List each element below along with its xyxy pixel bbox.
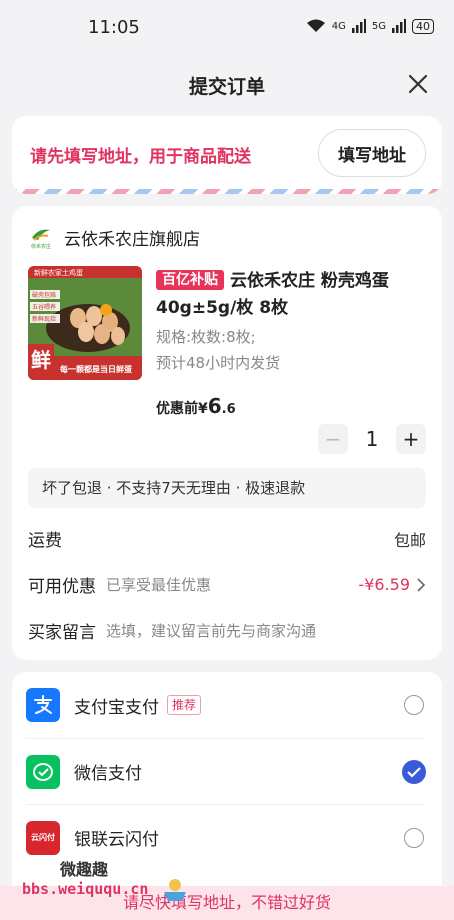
address-card: 请先填写地址，用于商品配送 填写地址 [12,116,442,194]
product-image-top-label: 新鲜农家土鸡蛋 [34,268,83,277]
product-image[interactable]: 新鲜农家土鸡蛋 破壳包赔 五谷喂养 新鲜现捡 鲜 每一颗都是当日鲜蛋 [28,266,142,380]
chevron-right-icon [417,577,426,592]
original-price: 优惠前¥6.6 [156,394,236,418]
coupon-row[interactable]: 可用优惠 已享受最佳优惠 -¥6.59 [28,572,426,597]
order-card: 依禾农庄 云依禾农庄旗舰店 新鲜农家土鸡蛋 破壳包赔 五谷喂养 新鲜现捡 鲜 每… [12,206,442,660]
buyer-message-row[interactable]: 买家留言 选填，建议留言前先与商家沟通 [28,618,426,643]
buyer-message-label: 买家留言 [28,623,96,643]
fill-address-button[interactable]: 填写地址 [318,129,426,177]
radio-wechat-checked[interactable] [402,759,426,784]
quantity-stepper: − 1 + [318,424,426,454]
shop-name: 云依禾农庄旗舰店 [64,229,200,250]
product-image-badge-2: 五谷喂养 [32,303,56,311]
shop-logo-text: 依禾农庄 [31,243,51,250]
envelope-stripe [12,189,442,194]
shipping-estimate: 预计48小时内发货 [156,354,281,372]
alipay-icon [26,688,60,722]
page-title: 提交订单 [188,76,265,98]
network-4g-label: 4G [331,20,346,32]
status-time: 11:05 [88,17,140,38]
nav-bar: 提交订单 [0,60,454,108]
unionpay-icon: 云闪付 [26,820,60,855]
payment-name: 微信支付 [74,764,142,784]
price-prefix: 优惠前¥ [156,401,208,417]
wechat-pay-icon [26,754,60,789]
freight-row: 运费 包邮 [28,526,426,552]
signal-icon-2 [392,19,406,33]
recommended-badge: 推荐 [167,695,202,715]
payment-option-unionpay[interactable]: 云闪付 银联云闪付 [26,804,424,870]
coupon-discount: -¥6.59 [358,575,410,594]
payment-name: 银联云闪付 [74,830,159,850]
battery-icon: 40 [412,18,434,34]
product-image-badge-3: 新鲜现捡 [32,315,56,323]
decrease-quantity-button[interactable]: − [318,424,348,454]
signal-icon [351,19,366,33]
coupon-subtext: 已享受最佳优惠 [106,576,212,594]
freight-value: 包邮 [393,530,426,550]
subsidy-tag: 百亿补贴 [156,270,224,290]
shop-row[interactable]: 依禾农庄 云依禾农庄旗舰店 [28,224,200,251]
coupon-label: 可用优惠 [28,577,96,597]
product-image-slogan: 每一颗都是当日鲜蛋 [60,364,132,374]
checkmark-icon [407,766,421,778]
freight-label: 运费 [28,531,62,551]
quantity-value: 1 [365,427,379,451]
product-image-fresh: 鲜 [31,348,51,372]
shop-logo-icon: 依禾农庄 [31,229,51,250]
network-5g-label: 5G [371,20,386,32]
service-guarantees: 坏了包退 · 不支持7天无理由 · 极速退款 [28,468,426,508]
wifi-icon [306,19,325,32]
payment-card: 支付宝支付 推荐 微信支付 云闪付 银联云闪付 [12,672,442,920]
status-bar: 11:05 4G 5G 40 [0,0,454,58]
price-decimal: .6 [221,402,236,417]
payment-option-alipay[interactable]: 支付宝支付 推荐 [26,672,424,738]
product-title-block[interactable]: 百亿补贴 云依禾农庄 粉壳鸡蛋40g±5g/枚 8枚 [156,268,430,322]
increase-quantity-button[interactable]: + [396,424,426,454]
product-image-badge-1: 破壳包赔 [32,291,56,299]
address-prompt: 请先填写地址，用于商品配送 [30,147,251,167]
price-integer: 6 [207,394,222,418]
bottom-reminder-banner: 请尽快填写地址，不错过好货 [0,886,454,920]
payment-option-wechat[interactable]: 微信支付 [26,738,426,804]
close-icon[interactable] [404,70,432,98]
radio-alipay[interactable] [404,695,424,715]
product-spec: 规格:枚数:8枚; [156,328,256,346]
payment-name: 支付宝支付 [74,697,159,718]
radio-unionpay[interactable] [404,827,424,848]
status-icons: 4G 5G 40 [306,18,434,34]
buyer-message-input[interactable]: 选填，建议留言前先与商家沟通 [106,620,316,641]
